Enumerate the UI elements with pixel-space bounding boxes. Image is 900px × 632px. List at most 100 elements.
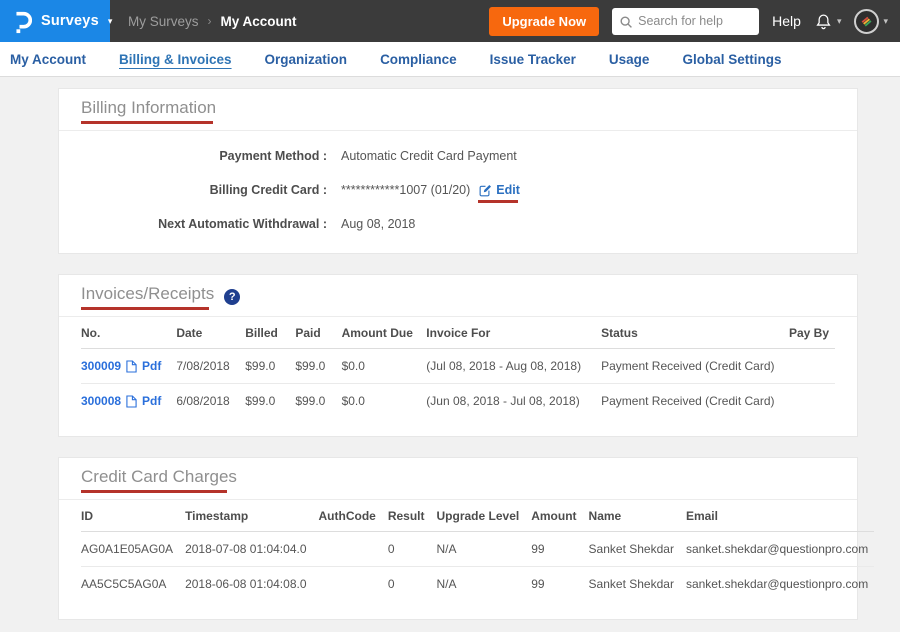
cell-result: 0 [382,567,431,602]
charges-table: ID Timestamp AuthCode Result Upgrade Lev… [81,500,874,601]
cell-amount: 99 [525,567,582,602]
search-input[interactable] [612,8,759,35]
app-name: Surveys [41,13,99,29]
notifications-button[interactable]: ▾ [814,12,842,31]
cell-email: sanket.shekdar@questionpro.com [680,532,874,567]
edit-link[interactable]: Edit [496,183,520,197]
edit-pencil-icon [479,184,492,197]
breadcrumb-current: My Account [221,14,297,29]
col-upgrade-level: Upgrade Level [431,500,526,532]
cell-date: 7/08/2018 [170,349,239,384]
billing-credit-card-row: Billing Credit Card : ************1007 (… [81,173,835,207]
invoices-receipts-header: Invoices/Receipts ? [59,275,857,317]
cell-upgrade-level: N/A [431,532,526,567]
billing-info-rows: Payment Method : Automatic Credit Card P… [59,131,857,253]
breadcrumb-separator: › [208,14,212,28]
cell-name: Sanket Shekdar [583,567,680,602]
cell-status: Payment Received (Credit Card) [595,349,783,384]
credit-card-charges-header: Credit Card Charges [59,458,857,500]
col-amount-due: Amount Due [336,317,421,349]
breadcrumb: My Surveys › My Account [128,14,297,29]
cell-id: AA5C5C5AG0A [81,567,179,602]
cell-billed: $99.0 [239,349,289,384]
invoice-number-link[interactable]: 300008 [81,394,121,408]
billing-information-card: Billing Information Payment Method : Aut… [58,88,858,254]
col-amount: Amount [525,500,582,532]
col-invoice-for: Invoice For [420,317,595,349]
product-switcher[interactable]: Surveys ▾ [0,0,110,42]
invoices-table-wrap: No. Date Billed Paid Amount Due Invoice … [59,317,857,436]
charges-table-wrap: ID Timestamp AuthCode Result Upgrade Lev… [59,500,857,619]
tab-global-settings[interactable]: Global Settings [682,52,781,67]
avatar [854,9,879,34]
col-date: Date [170,317,239,349]
cell-authcode [313,532,382,567]
table-row: 300009 Pdf 7/08/2018 $99.0 $99.0 $0.0 (J… [81,349,835,384]
charges-header-row: ID Timestamp AuthCode Result Upgrade Lev… [81,500,874,532]
table-row: AA5C5C5AG0A 2018-06-08 01:04:08.0 0 N/A … [81,567,874,602]
help-link[interactable]: Help [772,13,801,29]
breadcrumb-parent[interactable]: My Surveys [128,14,199,29]
edit-card-action[interactable]: Edit [479,183,520,197]
account-nav: My Account Billing & Invoices Organizati… [0,42,900,77]
payment-method-label: Payment Method : [81,149,327,163]
invoice-number-link[interactable]: 300009 [81,359,121,373]
search-icon [619,15,633,29]
cell-email: sanket.shekdar@questionpro.com [680,567,874,602]
cell-paid: $99.0 [289,349,335,384]
col-result: Result [382,500,431,532]
annotation-underline [81,490,227,493]
col-id: ID [81,500,179,532]
tab-billing-invoices[interactable]: Billing & Invoices [119,52,232,67]
cell-amount-due: $0.0 [336,384,421,419]
topbar-actions: Upgrade Now Help ▾ [489,7,900,36]
annotation-underline [81,307,209,310]
billing-credit-card-label: Billing Credit Card : [81,183,327,197]
billing-information-header: Billing Information [59,89,857,131]
col-status: Status [595,317,783,349]
invoices-header-row: No. Date Billed Paid Amount Due Invoice … [81,317,835,349]
cell-name: Sanket Shekdar [583,532,680,567]
invoices-table: No. Date Billed Paid Amount Due Invoice … [81,317,835,418]
cell-id: AG0A1E05AG0A [81,532,179,567]
chevron-down-icon: ▾ [108,17,113,26]
pdf-file-icon[interactable] [126,395,137,408]
section-title: Credit Card Charges [81,467,237,486]
chevron-down-icon: ▾ [883,17,888,26]
tab-my-account[interactable]: My Account [10,52,86,67]
tab-compliance[interactable]: Compliance [380,52,457,67]
tab-organization[interactable]: Organization [265,52,348,67]
billing-credit-card-value: ************1007 (01/20) [341,183,470,197]
help-icon[interactable]: ? [224,289,240,305]
cell-status: Payment Received (Credit Card) [595,384,783,419]
top-bar: Surveys ▾ My Surveys › My Account Upgrad… [0,0,900,42]
section-title: Billing Information [81,98,216,117]
col-email: Email [680,500,874,532]
payment-method-row: Payment Method : Automatic Credit Card P… [81,139,835,173]
next-withdrawal-label: Next Automatic Withdrawal : [81,217,327,231]
upgrade-now-button[interactable]: Upgrade Now [489,7,599,36]
chevron-down-icon: ▾ [837,17,842,26]
help-search [612,8,759,35]
cell-date: 6/08/2018 [170,384,239,419]
cell-paid: $99.0 [289,384,335,419]
cell-invoice-for: (Jun 08, 2018 - Jul 08, 2018) [420,384,595,419]
cell-billed: $99.0 [239,384,289,419]
avatar-logo-icon [860,15,873,28]
table-row: AG0A1E05AG0A 2018-07-08 01:04:04.0 0 N/A… [81,532,874,567]
col-pay-by: Pay By [783,317,835,349]
table-row: 300008 Pdf 6/08/2018 $99.0 $99.0 $0.0 (J… [81,384,835,419]
pdf-file-icon[interactable] [126,360,137,373]
bell-icon [814,12,833,31]
tab-usage[interactable]: Usage [609,52,650,67]
col-timestamp: Timestamp [179,500,312,532]
account-menu[interactable]: ▾ [854,9,888,34]
next-withdrawal-value: Aug 08, 2018 [341,217,415,231]
page-content: Billing Information Payment Method : Aut… [0,77,900,620]
pdf-link[interactable]: Pdf [142,394,161,408]
cell-pay-by [783,349,835,384]
tab-issue-tracker[interactable]: Issue Tracker [490,52,576,67]
cell-amount-due: $0.0 [336,349,421,384]
invoices-receipts-card: Invoices/Receipts ? No. Date Billed Paid [58,274,858,437]
pdf-link[interactable]: Pdf [142,359,161,373]
